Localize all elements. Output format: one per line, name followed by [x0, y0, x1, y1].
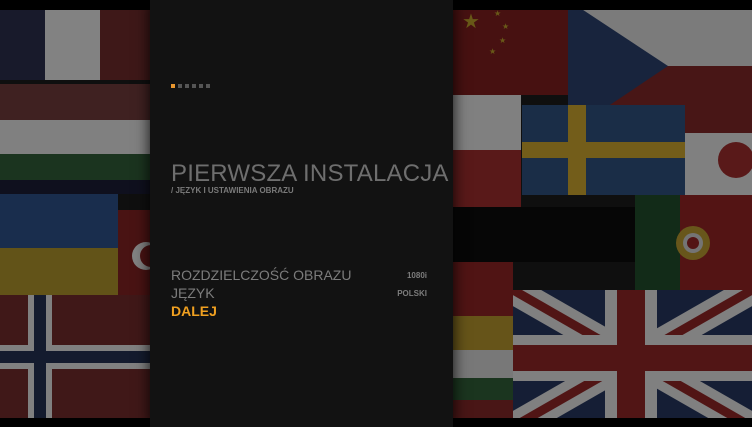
- menu-item-resolution[interactable]: ROZDZIELCZOŚĆ OBRAZU 1080i: [171, 266, 427, 284]
- installation-panel: [150, 0, 453, 427]
- step-dot: [206, 84, 210, 88]
- first-installation-screen: ★ ★ ★ ★ ★ PIERWSZA INSTALACJA / JĘZYK I …: [0, 0, 752, 427]
- next-button[interactable]: DALEJ: [171, 302, 427, 320]
- page-title: PIERWSZA INSTALACJA: [171, 160, 449, 187]
- resolution-value: 1080i: [406, 270, 427, 280]
- step-dot: [185, 84, 189, 88]
- step-indicator: [171, 84, 210, 88]
- resolution-label: ROZDZIELCZOŚĆ OBRAZU: [171, 267, 352, 283]
- language-label: JĘZYK: [171, 285, 215, 301]
- step-dot: [178, 84, 182, 88]
- menu-item-language[interactable]: JĘZYK POLSKI: [171, 284, 427, 302]
- page-subtitle: / JĘZYK I USTAWIENIA OBRAZU: [171, 186, 294, 195]
- settings-menu: ROZDZIELCZOŚĆ OBRAZU 1080i JĘZYK POLSKI …: [171, 266, 427, 320]
- next-label: DALEJ: [171, 303, 217, 319]
- step-dot: [199, 84, 203, 88]
- step-dot-active: [171, 84, 175, 88]
- language-value: POLSKI: [397, 288, 427, 298]
- step-dot: [192, 84, 196, 88]
